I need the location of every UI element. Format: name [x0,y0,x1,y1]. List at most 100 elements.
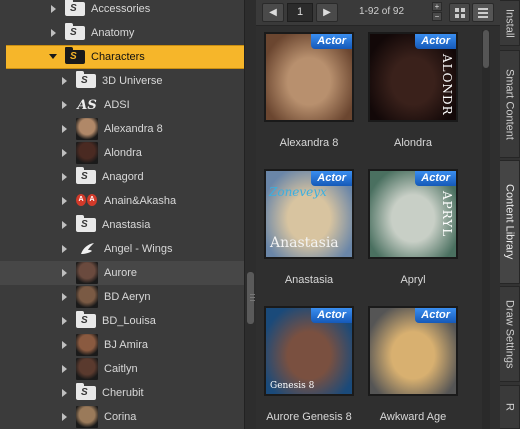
tree-item[interactable]: BJ Amira [0,333,244,357]
folder-icon: S [76,167,96,184]
list-view-button[interactable] [472,3,494,22]
actor-badge: Actor [415,171,456,186]
folder-icon: S [76,71,96,88]
content-scrollbar[interactable] [482,30,490,429]
content-card[interactable]: Actor ALONDR Alondra [368,32,458,149]
card-thumbnail[interactable]: Actor APRYL [368,169,458,259]
content-card[interactable]: Actor Alexandra 8 [264,32,354,149]
side-tab[interactable]: Smart Content [500,50,520,158]
tree-item[interactable]: Angel - Wings [0,237,244,261]
tree-item[interactable]: S BD_Louisa [0,309,244,333]
thumbnail-title-text: APRYL [440,191,454,238]
tree-item-label: Anagord [102,171,144,183]
side-tab-label: Draw Settings [503,299,516,369]
side-tab-label: R [503,403,516,411]
tree-item[interactable]: S Anastasia [0,213,244,237]
tree-item[interactable]: Caitlyn [0,357,244,381]
content-card[interactable]: Actor APRYL Apryl [368,169,458,286]
portrait-thumbnail [76,358,98,380]
expand-arrow-icon[interactable] [49,4,59,14]
card-name: Aurore Genesis 8 [266,411,352,423]
expand-arrow-icon[interactable] [49,28,59,38]
list-view-icon [478,7,488,18]
grid-view-button[interactable] [449,3,470,22]
expand-arrow-icon[interactable] [60,292,70,302]
page-up-spinner[interactable]: + [432,2,442,11]
tree-item[interactable]: S Accessories [0,0,244,21]
expand-arrow-icon[interactable] [60,340,70,350]
expand-arrow-icon[interactable] [60,412,70,422]
side-tab[interactable]: Content Library [500,160,520,284]
tree-item[interactable]: A A Anain&Akasha [0,189,244,213]
tree-item[interactable]: S Cherubit [0,381,244,405]
expand-arrow-icon[interactable] [60,220,70,230]
side-tab[interactable]: R [500,385,520,429]
tree-item[interactable]: S Characters [6,45,244,69]
expand-arrow-icon[interactable] [60,76,70,86]
tree-scrollbar[interactable] [244,0,256,429]
card-name: Anastasia [284,274,334,286]
tree-item[interactable]: BD Aeryn [0,285,244,309]
side-tab-bar: Install Smart Content Content Library Draw … [500,0,520,429]
expand-arrow-icon[interactable] [60,244,70,254]
tree-item-label: Caitlyn [104,363,138,375]
page-number-field[interactable]: 1 [287,3,313,22]
card-name: Apryl [400,274,426,286]
card-name: Alondra [394,137,432,149]
folder-logo-glyph: S [81,171,88,182]
collapse-arrow-icon[interactable] [49,52,59,62]
expand-arrow-icon[interactable] [60,172,70,182]
tree-item[interactable]: AS ADSI [0,93,244,117]
aa-logo-icon: AA [76,194,98,208]
expand-arrow-icon[interactable] [60,316,70,326]
tree-item[interactable]: Alexandra 8 [0,117,244,141]
card-thumbnail[interactable]: Actor [264,32,354,122]
card-thumbnail[interactable]: Actor [368,306,458,396]
tree-item[interactable]: Aurore [0,261,244,285]
expand-arrow-icon[interactable] [60,364,70,374]
portrait-thumbnail [76,286,98,308]
portrait-thumbnail [76,334,98,356]
card-thumbnail[interactable]: Actor ALONDR [368,32,458,122]
result-range-label: 1-92 of 92 [359,6,405,17]
tree-scrollbar-thumb[interactable] [247,272,255,324]
expand-arrow-icon[interactable] [60,196,70,206]
side-tab[interactable]: Install [500,0,520,46]
expand-arrow-icon[interactable] [60,148,70,158]
expand-arrow-icon[interactable] [60,388,70,398]
tree-item-label: Angel - Wings [104,243,173,255]
side-tab[interactable]: Draw Settings [500,286,520,382]
scroll-grip [250,294,255,295]
card-name: Alexandra 8 [279,137,339,149]
page-down-spinner[interactable]: − [432,12,442,21]
tree-item[interactable]: S 3D Universe [0,69,244,93]
expand-arrow-icon[interactable] [60,268,70,278]
tree-item-label: BD_Louisa [102,315,156,327]
expand-arrow-icon[interactable] [60,124,70,134]
thumbnail-title-text: ALONDR [440,54,454,116]
tree-item-label: Alondra [104,147,142,159]
tree-item-label: Aurore [104,267,138,279]
wing-icon [76,242,98,256]
folder-icon: S [76,383,96,400]
tree-item[interactable]: Corina [0,405,244,429]
previous-page-button[interactable]: ◀ [262,3,284,22]
tree-item[interactable]: Alondra [0,141,244,165]
card-thumbnail[interactable]: Actor Anastasia Zoneveyx [264,169,354,259]
folder-icon: S [76,311,96,328]
folder-logo-glyph: S [81,219,88,230]
thumbnail-title-text: Genesis 8 [270,381,315,391]
content-card[interactable]: Actor Anastasia Zoneveyx Anastasia [264,169,354,286]
tree-item[interactable]: S Anagord [0,165,244,189]
next-page-button[interactable]: ▶ [316,3,338,22]
content-scrollbar-thumb[interactable] [483,30,489,68]
tree-item-label: Anain&Akasha [104,195,177,207]
expand-arrow-icon[interactable] [60,100,70,110]
tree-item[interactable]: S Anatomy [0,21,244,45]
content-card[interactable]: Actor Awkward Age [368,306,458,423]
content-card[interactable]: Actor Genesis 8 Aurore Genesis 8 [264,306,354,423]
actor-badge: Actor [311,34,352,49]
card-thumbnail[interactable]: Actor Genesis 8 [264,306,354,396]
content-pane: ◀ 1 ▶ 1-92 of 92 + − Actor Alexandra 8 Act… [256,0,500,429]
scroll-grip [250,300,255,301]
